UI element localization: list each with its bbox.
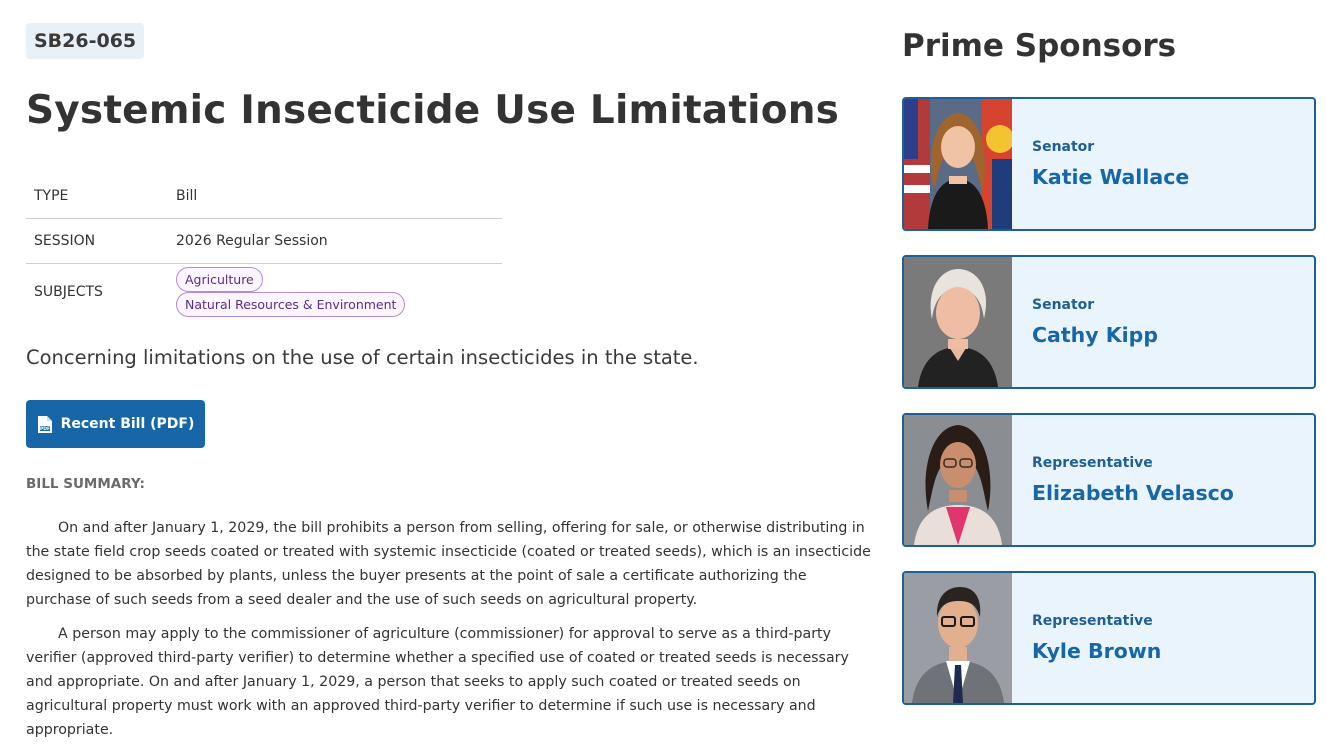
sponsor-name[interactable]: Kyle Brown bbox=[1032, 639, 1161, 663]
bill-summary: On and after January 1, 2029, the bill p… bbox=[26, 516, 876, 752]
bill-description: Concerning limitations on the use of cer… bbox=[26, 346, 699, 369]
summary-paragraph: A person may apply to the commissioner o… bbox=[26, 626, 849, 738]
sponsors-heading: Prime Sponsors bbox=[902, 28, 1177, 64]
meta-value: Bill bbox=[176, 188, 198, 204]
meta-row-type: TYPE Bill bbox=[26, 174, 502, 219]
summary-paragraph: On and after January 1, 2029, the bill p… bbox=[26, 520, 871, 608]
sponsor-role: Senator bbox=[1032, 297, 1095, 313]
bill-id-badge: SB26-065 bbox=[26, 23, 145, 59]
bill-summary-heading: BILL SUMMARY: bbox=[26, 476, 145, 492]
pdf-button-label: Recent Bill (PDF) bbox=[60, 416, 195, 432]
meta-key: SESSION bbox=[34, 233, 96, 249]
sponsor-role: Representative bbox=[1032, 455, 1153, 471]
sponsor-card-cathy-kipp[interactable]: Senator Cathy Kipp bbox=[902, 255, 1316, 389]
subject-tags: AgricultureNatural Resources & Environme… bbox=[168, 264, 502, 321]
sponsor-card-katie-wallace[interactable]: Senator Katie Wallace bbox=[902, 97, 1316, 231]
bill-meta-table: TYPE Bill SESSION 2026 Regular Session S… bbox=[26, 174, 502, 320]
sponsor-card-kyle-brown[interactable]: Representative Kyle Brown bbox=[902, 571, 1316, 705]
sponsor-name[interactable]: Elizabeth Velasco bbox=[1032, 481, 1234, 505]
bill-title: Systemic Insecticide Use Limitations bbox=[26, 88, 840, 133]
sponsor-photo bbox=[904, 257, 1012, 387]
svg-text:PDF: PDF bbox=[40, 426, 50, 432]
subject-tag-natural-resources[interactable]: Natural Resources & Environment bbox=[176, 292, 406, 317]
meta-row-subjects: SUBJECTS AgricultureNatural Resources & … bbox=[26, 264, 502, 321]
pdf-file-icon: PDF bbox=[37, 415, 53, 434]
sponsor-name[interactable]: Katie Wallace bbox=[1032, 165, 1189, 189]
recent-bill-pdf-button[interactable]: PDF Recent Bill (PDF) bbox=[26, 400, 205, 448]
sponsor-photo bbox=[904, 415, 1012, 545]
meta-key: SUBJECTS bbox=[34, 284, 103, 300]
sponsor-photo bbox=[904, 99, 1012, 229]
sponsor-card-elizabeth-velasco[interactable]: Representative Elizabeth Velasco bbox=[902, 413, 1316, 547]
meta-row-session: SESSION 2026 Regular Session bbox=[26, 219, 502, 264]
meta-value: 2026 Regular Session bbox=[176, 233, 328, 249]
sponsor-photo bbox=[904, 573, 1012, 703]
sponsor-role: Senator bbox=[1032, 139, 1095, 155]
subject-tag-agriculture[interactable]: Agriculture bbox=[176, 267, 263, 292]
sponsor-role: Representative bbox=[1032, 613, 1153, 629]
meta-key: TYPE bbox=[34, 188, 69, 204]
sponsor-name[interactable]: Cathy Kipp bbox=[1032, 323, 1158, 347]
